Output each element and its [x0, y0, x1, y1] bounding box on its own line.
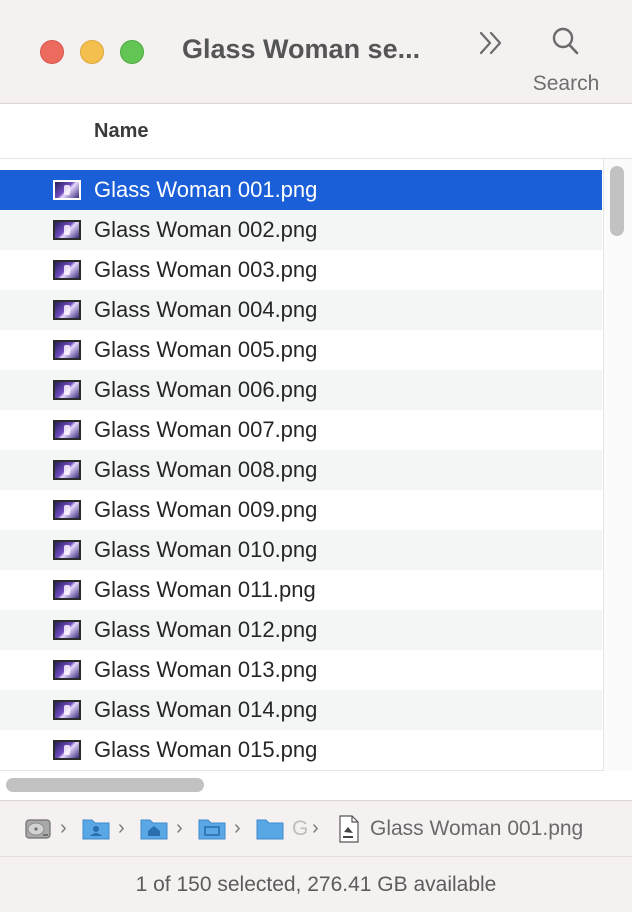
window-title: Glass Woman se...	[182, 34, 421, 64]
folder-icon[interactable]	[256, 815, 284, 841]
image-thumbnail-icon	[53, 700, 81, 720]
file-row[interactable]: Glass Woman 012.png	[0, 610, 602, 650]
column-header: Name	[0, 105, 632, 159]
user-folder-icon[interactable]	[82, 815, 110, 841]
image-thumbnail-icon	[53, 260, 81, 280]
file-name: Glass Woman 002.png	[94, 217, 318, 242]
image-thumbnail-icon	[53, 660, 81, 680]
file-name: Glass Woman 013.png	[94, 657, 318, 682]
horizontal-scrollbar-thumb[interactable]	[6, 778, 204, 792]
vertical-scrollbar-track[interactable]	[603, 159, 632, 771]
status-bar: 1 of 150 selected, 276.41 GB available	[0, 856, 632, 912]
file-name: Glass Woman 008.png	[94, 457, 318, 482]
zoom-button[interactable]	[120, 40, 144, 64]
path-separator-icon: ›	[60, 817, 67, 839]
image-thumbnail-icon	[53, 180, 81, 200]
image-thumbnail-icon	[53, 500, 81, 520]
file-name: Glass Woman 009.png	[94, 497, 318, 522]
image-thumbnail-icon	[53, 340, 81, 360]
chevron-double-right-icon[interactable]	[476, 28, 506, 58]
image-thumbnail-icon	[53, 540, 81, 560]
file-row[interactable]: Glass Woman 005.png	[0, 330, 602, 370]
vertical-scrollbar-thumb[interactable]	[610, 166, 624, 236]
file-row[interactable]: Glass Woman 010.png	[0, 530, 602, 570]
minimize-button[interactable]	[80, 40, 104, 64]
search-icon	[552, 27, 579, 55]
file-name: Glass Woman 012.png	[94, 617, 318, 642]
file-name: Glass Woman 001.png	[94, 177, 318, 202]
file-list: Glass Woman 001.png Glass Woman 002.png Gl…	[0, 170, 602, 770]
file-name: Glass Woman 004.png	[94, 297, 318, 322]
file-name: Glass Woman 015.png	[94, 737, 318, 762]
desktop-folder-icon[interactable]	[198, 815, 226, 841]
path-separator-icon: ›	[312, 817, 319, 839]
image-thumbnail-icon	[53, 740, 81, 760]
file-name: Glass Woman 006.png	[94, 377, 318, 402]
file-name: Glass Woman 007.png	[94, 417, 318, 442]
file-row[interactable]: Glass Woman 004.png	[0, 290, 602, 330]
hard-drive-icon[interactable]	[24, 815, 52, 843]
search-button[interactable]: Search	[524, 24, 608, 100]
path-truncated-label: G	[292, 817, 309, 840]
path-separator-icon: ›	[234, 817, 241, 839]
file-row[interactable]: Glass Woman 002.png	[0, 210, 602, 250]
image-file-icon[interactable]	[338, 815, 360, 843]
image-thumbnail-icon	[53, 420, 81, 440]
file-row[interactable]: Glass Woman 007.png	[0, 410, 602, 450]
column-header-name[interactable]: Name	[94, 120, 148, 143]
image-thumbnail-icon	[53, 380, 81, 400]
file-row[interactable]: Glass Woman 009.png	[0, 490, 602, 530]
path-separator-icon: ›	[176, 817, 183, 839]
toolbar: Glass Woman se... Search	[0, 0, 632, 104]
file-name: Glass Woman 003.png	[94, 257, 318, 282]
image-thumbnail-icon	[53, 620, 81, 640]
path-separator-icon: ›	[118, 817, 125, 839]
list-bottom-divider	[0, 770, 603, 771]
file-row[interactable]: Glass Woman 013.png	[0, 650, 602, 690]
file-name: Glass Woman 011.png	[94, 577, 316, 602]
file-name: Glass Woman 010.png	[94, 537, 318, 562]
image-thumbnail-icon	[53, 300, 81, 320]
file-row[interactable]: Glass Woman 015.png	[0, 730, 602, 770]
path-bar: › › › › G › Glass Woman 001.png	[0, 800, 632, 856]
image-thumbnail-icon	[53, 220, 81, 240]
file-name: Glass Woman 014.png	[94, 697, 318, 722]
file-row[interactable]: Glass Woman 006.png	[0, 370, 602, 410]
file-row[interactable]: Glass Woman 003.png	[0, 250, 602, 290]
status-text: 1 of 150 selected, 276.41 GB available	[135, 873, 497, 896]
file-row[interactable]: Glass Woman 011.png	[0, 570, 602, 610]
close-button[interactable]	[40, 40, 64, 64]
file-name: Glass Woman 005.png	[94, 337, 318, 362]
image-thumbnail-icon	[53, 460, 81, 480]
image-thumbnail-icon	[53, 580, 81, 600]
file-row[interactable]: Glass Woman 014.png	[0, 690, 602, 730]
home-folder-icon[interactable]	[140, 815, 168, 841]
path-file-label[interactable]: Glass Woman 001.png	[370, 817, 583, 841]
file-row-selected[interactable]: Glass Woman 001.png	[0, 170, 602, 210]
file-row[interactable]: Glass Woman 008.png	[0, 450, 602, 490]
search-label: Search	[532, 72, 600, 95]
